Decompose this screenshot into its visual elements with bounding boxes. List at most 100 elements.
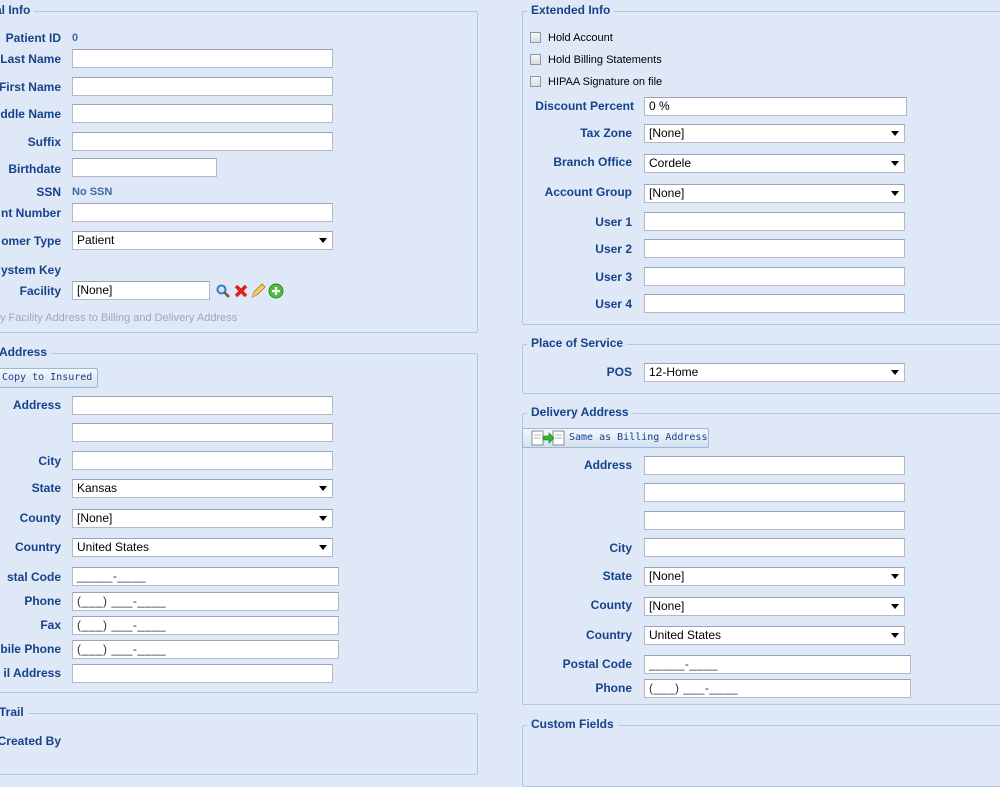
audit-trail-legend: Trail: [0, 705, 28, 719]
created-by-label: Created By: [0, 734, 61, 748]
first-name-field[interactable]: [72, 77, 333, 96]
tax-zone-value: [None]: [649, 126, 685, 140]
chevron-down-icon: [891, 191, 899, 196]
billing-email-field[interactable]: [72, 664, 333, 683]
account-group-select[interactable]: [None]: [644, 184, 905, 203]
audit-trail-fieldset: Trail: [0, 705, 478, 775]
user1-field[interactable]: [644, 212, 905, 231]
billing-address-line1[interactable]: [72, 396, 333, 415]
user3-field[interactable]: [644, 267, 905, 286]
hold-billing-label: Hold Billing Statements: [548, 54, 662, 66]
delivery-country-select[interactable]: United States: [644, 626, 905, 645]
customer-type-value: Patient: [77, 233, 115, 247]
middle-name-field[interactable]: [72, 104, 333, 123]
delivery-county-value: [None]: [649, 599, 685, 613]
user2-label: User 2: [595, 242, 632, 256]
account-group-value: [None]: [649, 186, 685, 200]
birthdate-field[interactable]: [72, 158, 217, 177]
billing-address-line2[interactable]: [72, 423, 333, 442]
facility-value: [None]: [77, 283, 113, 297]
same-as-billing-label: Same as Billing Address: [569, 432, 708, 443]
billing-state-select[interactable]: Kansas: [72, 479, 333, 498]
account-group-label: Account Group: [544, 185, 632, 199]
customer-type-select[interactable]: Patient: [72, 231, 333, 250]
delivery-address-line3[interactable]: [644, 511, 905, 530]
last-name-field[interactable]: [72, 49, 333, 68]
last-name-label: Last Name: [0, 52, 61, 66]
chevron-down-icon: [891, 370, 899, 375]
user3-label: User 3: [595, 270, 632, 284]
facility-field[interactable]: [None]: [72, 281, 210, 300]
delivery-county-select[interactable]: [None]: [644, 597, 905, 616]
billing-mobile-field[interactable]: (___) ___-____: [72, 640, 339, 659]
delivery-postal-field[interactable]: _____-____: [644, 655, 911, 674]
billing-email-label: il Address: [3, 666, 61, 680]
add-icon[interactable]: [268, 283, 284, 299]
delivery-country-label: Country: [586, 628, 632, 642]
account-number-field[interactable]: [72, 203, 333, 222]
delivery-city-field[interactable]: [644, 538, 905, 557]
billing-county-select[interactable]: [None]: [72, 509, 333, 528]
tax-zone-label: Tax Zone: [580, 126, 632, 140]
delivery-address-line2[interactable]: [644, 483, 905, 502]
delivery-postal-label: Postal Code: [562, 657, 632, 671]
copy-to-insured-button[interactable]: Copy to Insured: [0, 368, 99, 388]
custom-fields-fieldset: Custom Fields: [522, 717, 1000, 787]
billing-postal-field[interactable]: _____-____: [72, 567, 339, 586]
user1-label: User 1: [595, 215, 632, 229]
billing-fax-field[interactable]: (___) ___-____: [72, 616, 339, 635]
delivery-phone-field[interactable]: (___) ___-____: [644, 679, 911, 698]
chevron-down-icon: [891, 604, 899, 609]
suffix-field[interactable]: [72, 132, 333, 151]
general-info-legend: al Info: [0, 3, 35, 17]
chevron-down-icon: [891, 633, 899, 638]
system-key-label: ystem Key: [0, 263, 61, 277]
facility-label: Facility: [19, 284, 61, 298]
billing-country-value: United States: [77, 540, 150, 554]
birthdate-label: Birthdate: [8, 162, 61, 176]
patient-id-label: Patient ID: [5, 31, 61, 45]
delivery-city-label: City: [609, 541, 632, 555]
pos-select[interactable]: 12-Home: [644, 363, 905, 382]
copy-icon: [531, 430, 565, 446]
place-of-service-legend: Place of Service: [527, 336, 628, 350]
billing-country-label: Country: [15, 540, 61, 554]
user4-label: User 4: [595, 297, 632, 311]
ssn-value: No SSN: [72, 186, 113, 198]
branch-office-label: Branch Office: [553, 155, 632, 169]
billing-postal-label: stal Code: [6, 570, 61, 584]
hipaa-checkbox[interactable]: [530, 76, 541, 87]
user4-field[interactable]: [644, 294, 905, 313]
delivery-country-value: United States: [649, 628, 722, 642]
discount-value: 0 %: [649, 99, 670, 113]
billing-city-field[interactable]: [72, 451, 333, 470]
chevron-down-icon: [319, 486, 327, 491]
account-number-label: nt Number: [1, 206, 61, 220]
hold-billing-checkbox[interactable]: [530, 54, 541, 65]
first-name-label: First Name: [0, 80, 61, 94]
branch-office-select[interactable]: Cordele: [644, 154, 905, 173]
delivery-address-label: Address: [583, 458, 632, 472]
delete-icon[interactable]: [233, 283, 249, 299]
hold-account-checkbox[interactable]: [530, 32, 541, 43]
billing-fax-label: Fax: [40, 618, 61, 632]
tax-zone-select[interactable]: [None]: [644, 124, 905, 143]
delivery-address-legend: Delivery Address: [527, 405, 633, 419]
hold-account-label: Hold Account: [548, 32, 613, 44]
extended-info-legend: Extended Info: [527, 3, 615, 17]
edit-icon[interactable]: [250, 283, 266, 299]
pos-value: 12-Home: [649, 365, 699, 379]
billing-county-value: [None]: [77, 511, 113, 525]
chevron-down-icon: [891, 161, 899, 166]
billing-country-select[interactable]: United States: [72, 538, 333, 557]
user2-field[interactable]: [644, 239, 905, 258]
same-as-billing-button[interactable]: Same as Billing Address: [522, 428, 709, 448]
billing-phone-field[interactable]: (___) ___-____: [72, 592, 339, 611]
patient-id-value: 0: [72, 32, 79, 44]
delivery-address-line1[interactable]: [644, 456, 905, 475]
discount-field[interactable]: 0 %: [644, 97, 907, 116]
search-icon[interactable]: [215, 283, 231, 299]
custom-fields-legend: Custom Fields: [527, 717, 618, 731]
chevron-down-icon: [319, 238, 327, 243]
delivery-state-select[interactable]: [None]: [644, 567, 905, 586]
